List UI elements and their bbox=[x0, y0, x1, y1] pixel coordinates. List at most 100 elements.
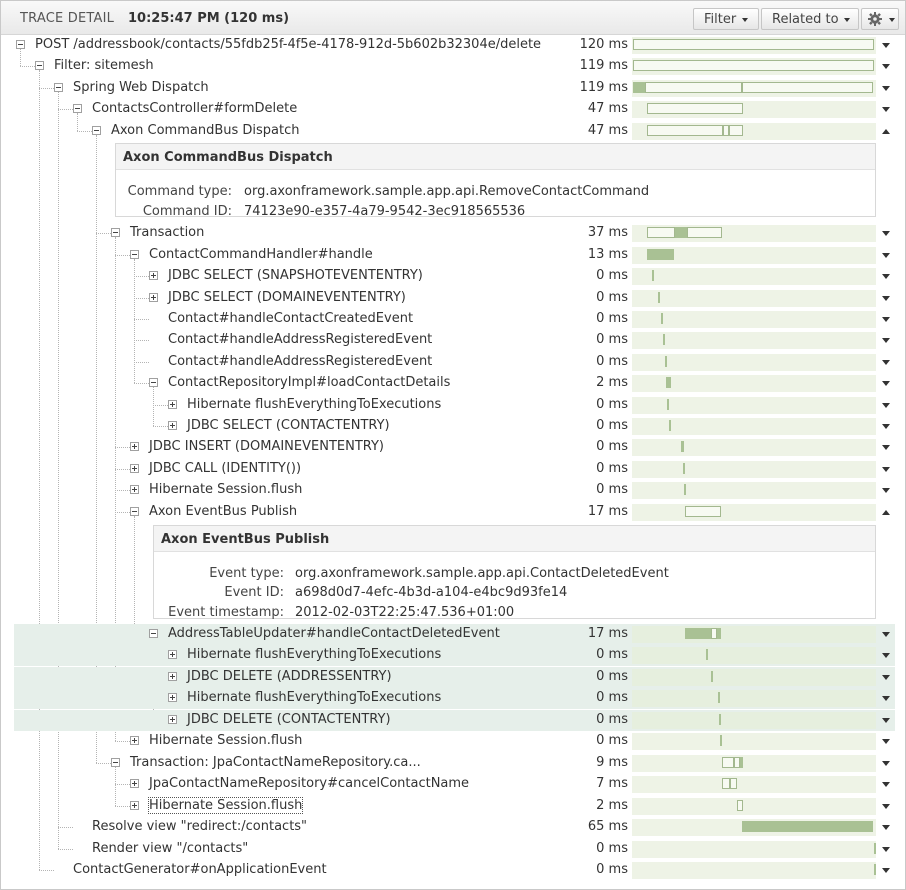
expand-icon[interactable] bbox=[168, 650, 177, 659]
trace-row[interactable]: Axon CommandBus Dispatch 47 ms bbox=[1, 121, 895, 142]
expand-details-button[interactable] bbox=[877, 776, 895, 793]
trace-row[interactable]: Hibernate Session.flush 0 ms bbox=[1, 480, 895, 501]
trace-row[interactable]: JDBC SELECT (SNAPSHOTEVENTENTRY) 0 ms bbox=[1, 266, 895, 287]
trace-row[interactable]: POST /addressbook/contacts/55fdb25f-4f5e… bbox=[1, 35, 895, 56]
trace-duration: 0 ms bbox=[596, 733, 628, 748]
trace-row[interactable]: AddressTableUpdater#handleContactDeleted… bbox=[14, 624, 895, 645]
trace-row[interactable]: ContactCommandHandler#handle 13 ms bbox=[1, 245, 895, 266]
expand-details-button[interactable] bbox=[877, 397, 895, 414]
trace-label: Hibernate flushEverythingToExecutions bbox=[187, 397, 442, 412]
expand-details-button[interactable] bbox=[877, 375, 895, 392]
collapse-icon[interactable] bbox=[111, 228, 120, 237]
expand-details-button[interactable] bbox=[877, 712, 895, 729]
trace-row[interactable]: ContactsController#formDelete 47 ms bbox=[1, 99, 895, 120]
trace-row[interactable]: Contact#handleAddressRegisteredEvent 0 ms bbox=[1, 330, 895, 351]
expand-details-button[interactable] bbox=[877, 311, 895, 328]
trace-row[interactable]: Hibernate Session.flush 0 ms bbox=[1, 731, 895, 752]
expand-details-button[interactable] bbox=[877, 755, 895, 772]
collapse-icon[interactable] bbox=[35, 61, 44, 70]
timeline-segment bbox=[652, 270, 654, 281]
collapse-icon[interactable] bbox=[16, 40, 25, 49]
expand-details-button[interactable] bbox=[877, 101, 895, 118]
trace-row[interactable]: Spring Web Dispatch 119 ms bbox=[1, 78, 895, 99]
expand-details-button[interactable] bbox=[877, 247, 895, 264]
collapse-icon[interactable] bbox=[111, 758, 120, 767]
expand-icon[interactable] bbox=[168, 400, 177, 409]
expand-icon[interactable] bbox=[130, 485, 139, 494]
caret-down-icon bbox=[882, 739, 890, 744]
expand-details-button[interactable] bbox=[877, 225, 895, 242]
settings-button[interactable] bbox=[861, 8, 899, 30]
collapse-icon[interactable] bbox=[130, 250, 139, 259]
collapse-details-button[interactable] bbox=[877, 123, 895, 140]
trace-row[interactable]: JDBC SELECT (DOMAINEVENTENTRY) 0 ms bbox=[1, 288, 895, 309]
collapse-icon[interactable] bbox=[73, 104, 82, 113]
trace-row[interactable]: ContactRepositoryImpl#loadContactDetails… bbox=[1, 373, 895, 394]
collapse-icon[interactable] bbox=[92, 126, 101, 135]
collapse-icon[interactable] bbox=[149, 629, 158, 638]
expand-details-button[interactable] bbox=[877, 37, 895, 54]
expand-icon[interactable] bbox=[168, 672, 177, 681]
trace-row[interactable]: Hibernate flushEverythingToExecutions 0 m… bbox=[14, 645, 895, 666]
caret-down-icon bbox=[882, 653, 890, 658]
expand-icon[interactable] bbox=[168, 715, 177, 724]
expand-icon[interactable] bbox=[130, 779, 139, 788]
expand-details-button[interactable] bbox=[877, 690, 895, 707]
trace-row[interactable]: JDBC DELETE (ADDRESSENTRY) 0 ms bbox=[14, 667, 895, 688]
collapse-icon[interactable] bbox=[54, 83, 63, 92]
trace-row[interactable]: ContactGenerator#onApplicationEvent 0 ms bbox=[1, 860, 895, 881]
trace-row[interactable]: Axon EventBus Publish 17 ms bbox=[1, 502, 895, 523]
expand-details-button[interactable] bbox=[877, 841, 895, 858]
timeline-segment bbox=[711, 671, 713, 682]
expand-details-button[interactable] bbox=[877, 733, 895, 750]
expand-details-button[interactable] bbox=[877, 798, 895, 815]
expand-icon[interactable] bbox=[130, 801, 139, 810]
expand-details-button[interactable] bbox=[877, 439, 895, 456]
expand-details-button[interactable] bbox=[877, 819, 895, 836]
expand-icon[interactable] bbox=[168, 693, 177, 702]
expand-icon[interactable] bbox=[130, 464, 139, 473]
collapse-icon[interactable] bbox=[130, 507, 139, 516]
expand-icon[interactable] bbox=[149, 271, 158, 280]
trace-row[interactable]: JDBC INSERT (DOMAINEVENTENTRY) 0 ms bbox=[1, 437, 895, 458]
timeline-bar bbox=[632, 290, 876, 307]
collapse-details-button[interactable] bbox=[877, 504, 895, 521]
trace-row[interactable]: Hibernate flushEverythingToExecutions 0 m… bbox=[1, 395, 895, 416]
filter-button[interactable]: Filter bbox=[693, 8, 759, 30]
trace-row[interactable]: Transaction: JpaContactNameRepository.ca… bbox=[1, 753, 895, 774]
timeline-segment bbox=[730, 778, 737, 789]
trace-row[interactable]: Filter: sitemesh 119 ms bbox=[1, 56, 895, 77]
expand-icon[interactable] bbox=[130, 442, 139, 451]
expand-icon[interactable] bbox=[168, 421, 177, 430]
expand-details-button[interactable] bbox=[877, 482, 895, 499]
caret-down-icon bbox=[882, 231, 890, 236]
expand-details-button[interactable] bbox=[877, 354, 895, 371]
trace-row[interactable]: Hibernate Session.flush 2 ms bbox=[1, 796, 895, 817]
expand-details-button[interactable] bbox=[877, 461, 895, 478]
expand-details-button[interactable] bbox=[877, 80, 895, 97]
expand-details-button[interactable] bbox=[877, 290, 895, 307]
trace-row[interactable]: Hibernate flushEverythingToExecutions 0 m… bbox=[14, 688, 895, 709]
trace-row[interactable]: Transaction 37 ms bbox=[1, 223, 895, 244]
trace-row[interactable]: JDBC DELETE (CONTACTENTRY) 0 ms bbox=[14, 710, 895, 731]
expand-icon[interactable] bbox=[130, 736, 139, 745]
trace-row[interactable]: Render view "/contacts" 0 ms bbox=[1, 839, 895, 860]
expand-details-button[interactable] bbox=[877, 418, 895, 435]
expand-details-button[interactable] bbox=[877, 332, 895, 349]
trace-row[interactable]: Contact#handleAddressRegisteredEvent 0 ms bbox=[1, 352, 895, 373]
expand-details-button[interactable] bbox=[877, 626, 895, 643]
expand-details-button[interactable] bbox=[877, 268, 895, 285]
expand-details-button[interactable] bbox=[877, 58, 895, 75]
trace-row[interactable]: Contact#handleContactCreatedEvent 0 ms bbox=[1, 309, 895, 330]
expand-details-button[interactable] bbox=[877, 647, 895, 664]
trace-row[interactable]: JDBC CALL (IDENTITY()) 0 ms bbox=[1, 459, 895, 480]
related-to-button[interactable]: Related to bbox=[761, 8, 859, 30]
trace-row[interactable]: JpaContactNameRepository#cancelContactNa… bbox=[1, 774, 895, 795]
timeline-segment bbox=[737, 800, 743, 811]
expand-details-button[interactable] bbox=[877, 669, 895, 686]
collapse-icon[interactable] bbox=[149, 378, 158, 387]
expand-icon[interactable] bbox=[149, 293, 158, 302]
trace-row[interactable]: Resolve view "redirect:/contacts" 65 ms bbox=[1, 817, 895, 838]
trace-row[interactable]: JDBC SELECT (CONTACTENTRY) 0 ms bbox=[1, 416, 895, 437]
expand-details-button[interactable] bbox=[877, 862, 895, 879]
